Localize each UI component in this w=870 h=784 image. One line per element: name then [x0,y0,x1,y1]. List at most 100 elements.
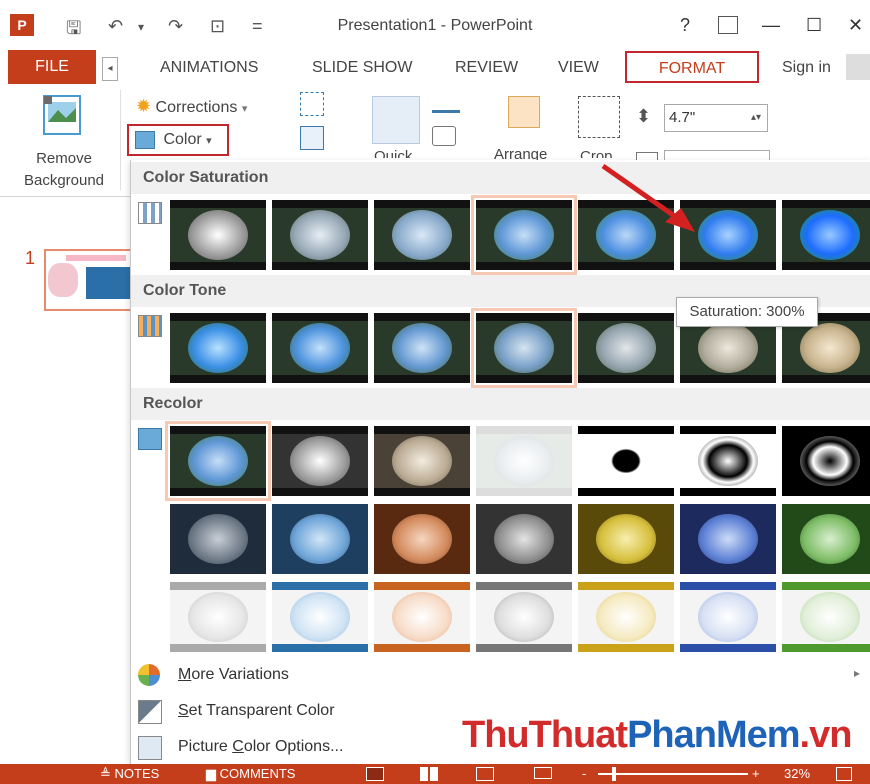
reading-view-icon[interactable] [476,767,494,781]
recolor-option[interactable] [170,582,266,652]
maximize-icon[interactable]: ☐ [806,15,822,36]
slide-thumbnail[interactable] [44,249,132,311]
minimize-icon[interactable]: — [762,15,780,36]
tone-option[interactable] [578,313,674,383]
tab-scroll-left-icon[interactable]: ◂ [102,57,118,81]
tile-flower-image [800,323,860,373]
tile-band [272,644,368,652]
tile-flower-image [494,210,554,260]
corrections-label: Corrections [155,99,238,116]
tab-view[interactable]: VIEW [558,59,599,77]
zoom-in-button[interactable]: + [752,764,760,784]
watermark-part: PhanMem [627,714,800,756]
tile-band [272,375,368,383]
recolor-option[interactable] [782,582,870,652]
recolor-option[interactable] [782,504,870,574]
tone-option[interactable] [272,313,368,383]
thumbnail-picture [86,267,130,299]
tile-band [578,426,674,434]
remove-background-label-line2: Background [23,172,105,189]
recolor-option[interactable] [374,504,470,574]
arrange-icon[interactable] [508,96,540,128]
crop-icon[interactable] [578,96,620,138]
crop-label[interactable]: Crop [580,148,613,158]
recolor-option[interactable] [165,421,271,501]
ribbon-divider [120,90,121,190]
tab-slide-show[interactable]: SLIDE SHOW [312,59,412,77]
tab-format[interactable]: FORMAT [625,51,759,83]
recolor-option[interactable] [374,426,470,496]
compress-pictures-icon[interactable] [300,92,324,116]
height-input[interactable]: 4.7" ▴▾ [664,104,768,132]
recolor-option[interactable] [680,582,776,652]
zoom-level[interactable]: 32% [784,764,810,784]
saturation-icon [138,202,162,224]
tab-review[interactable]: REVIEW [455,59,518,77]
recolor-option[interactable] [476,426,572,496]
recolor-option[interactable] [782,426,870,496]
recolor-option[interactable] [170,504,266,574]
red-arrow-annotation [601,163,695,232]
corrections-button[interactable]: ✹ Corrections ▾ [136,96,247,118]
picture-effects-icon[interactable] [432,126,456,146]
access-key: S [178,702,189,719]
tile-band [578,262,674,270]
tile-flower-image [290,514,350,564]
zoom-slider[interactable] [598,773,748,775]
normal-view-icon[interactable] [366,767,384,781]
recolor-option[interactable] [680,504,776,574]
title-bar: P 🖫 ↶ ▾ ↷ ⊡ = Presentation1 - PowerPoint… [0,0,870,50]
tone-option[interactable] [374,313,470,383]
tile-band [782,375,870,383]
thumbnail-title [66,255,126,261]
saturation-option[interactable] [170,200,266,270]
slide-sorter-icon[interactable] [420,767,440,781]
close-icon[interactable]: ✕ [848,15,863,36]
tab-file[interactable]: FILE [8,50,96,84]
arrange-label[interactable]: Arrange [494,146,547,160]
tone-option[interactable] [170,313,266,383]
recolor-option[interactable] [272,426,368,496]
section-label: Color Saturation [143,169,269,186]
picture-color-options-menu-item[interactable]: Picture Color Options... [178,738,343,756]
tile-flower-image [698,210,758,260]
user-avatar-icon[interactable] [846,54,870,80]
notes-button[interactable]: ≜ NOTES [100,764,159,784]
recolor-option[interactable] [476,582,572,652]
tile-band [578,313,674,321]
recolor-option[interactable] [578,426,674,496]
recolor-option[interactable] [578,504,674,574]
sign-in-link[interactable]: Sign in [782,59,831,77]
recolor-option[interactable] [272,582,368,652]
saturation-option[interactable] [471,195,577,275]
recolor-option[interactable] [476,504,572,574]
more-variations-icon [138,664,160,686]
set-transparent-color-menu-item[interactable]: Set Transparent Color [178,702,335,720]
remove-background-label[interactable]: Remove Background [8,148,120,192]
quick-styles-label[interactable]: Quick [374,148,412,158]
help-icon[interactable]: ? [680,15,690,36]
saturation-option[interactable] [272,200,368,270]
slide-show-icon[interactable] [534,767,552,779]
remove-background-button[interactable] [38,92,86,140]
quick-styles-icon[interactable] [372,96,420,144]
recolor-option[interactable] [578,582,674,652]
fit-slide-icon[interactable] [836,767,852,781]
tone-option[interactable] [471,308,577,388]
saturation-option[interactable] [374,200,470,270]
change-picture-icon[interactable] [300,126,324,150]
ribbon-display-icon[interactable] [718,16,738,34]
color-button[interactable]: Color ▾ [127,124,229,156]
spinner-icon[interactable]: ▴▾ [751,105,761,131]
more-variations-menu-item[interactable]: More Variations [178,666,289,684]
zoom-slider-handle[interactable] [612,767,616,781]
comments-button[interactable]: ▆ COMMENTS [206,764,295,784]
recolor-option[interactable] [374,582,470,652]
tile-band [476,566,572,574]
zoom-out-button[interactable]: - [582,764,586,784]
recolor-option[interactable] [680,426,776,496]
saturation-option[interactable] [782,200,870,270]
picture-border-icon[interactable] [432,92,460,113]
recolor-option[interactable] [272,504,368,574]
tab-animations[interactable]: ANIMATIONS [160,59,258,77]
